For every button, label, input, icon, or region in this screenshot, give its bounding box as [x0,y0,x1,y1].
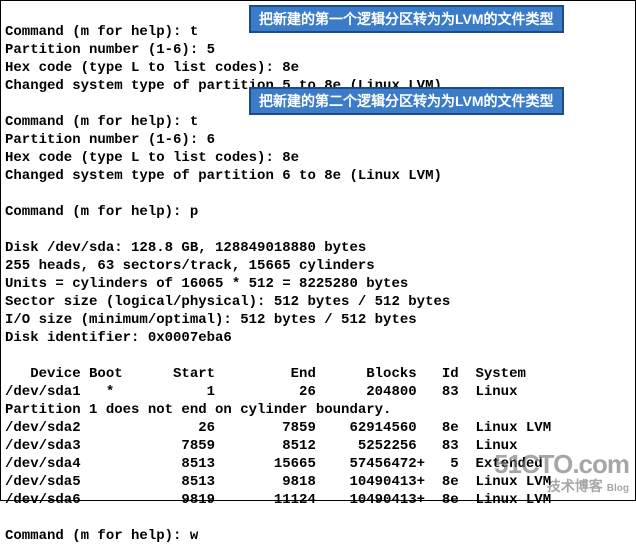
terminal-line: Changed system type of partition 6 to 8e… [5,168,442,184]
annotation-callout-1: 把新建的第一个逻辑分区转为为LVM的文件类型 [249,5,564,33]
terminal-line: I/O size (minimum/optimal): 512 bytes / … [5,312,417,328]
terminal-line: Command (m for help): p [5,204,198,220]
terminal-line: Units = cylinders of 16065 * 512 = 82252… [5,276,408,292]
terminal-line: Sector size (logical/physical): 512 byte… [5,294,450,310]
terminal-line: Disk identifier: 0x0007eba6 [5,330,232,346]
terminal-line: Partition number (1-6): 6 [5,132,215,148]
terminal-line: /dev/sda2 26 7859 62914560 8e Linux LVM [5,420,551,436]
terminal-line: /dev/sda1 * 1 26 204800 83 Linux [5,384,517,400]
terminal-line: /dev/sda4 8513 15665 57456472+ 5 Extende… [5,456,543,472]
terminal-line: Hex code (type L to list codes): 8e [5,150,299,166]
terminal-line: Partition 1 does not end on cylinder bou… [5,402,391,418]
terminal-output: Command (m for help): t Partition number… [1,1,635,549]
annotation-callout-2: 把新建的第二个逻辑分区转为为LVM的文件类型 [249,87,564,115]
terminal-line: Command (m for help): t [5,114,198,130]
terminal-line: 255 heads, 63 sectors/track, 15665 cylin… [5,258,375,274]
terminal-line: Device Boot Start End Blocks Id System [5,366,526,382]
terminal-line: Command (m for help): w [5,528,198,544]
terminal-line: /dev/sda3 7859 8512 5252256 83 Linux [5,438,517,454]
terminal-line: Command (m for help): t [5,24,198,40]
terminal-line: Disk /dev/sda: 128.8 GB, 128849018880 by… [5,240,366,256]
terminal-line: Partition number (1-6): 5 [5,42,215,58]
terminal-line: /dev/sda6 9819 11124 10490413+ 8e Linux … [5,492,551,508]
terminal-line: /dev/sda5 8513 9818 10490413+ 8e Linux L… [5,474,551,490]
terminal-line: Hex code (type L to list codes): 8e [5,60,299,76]
